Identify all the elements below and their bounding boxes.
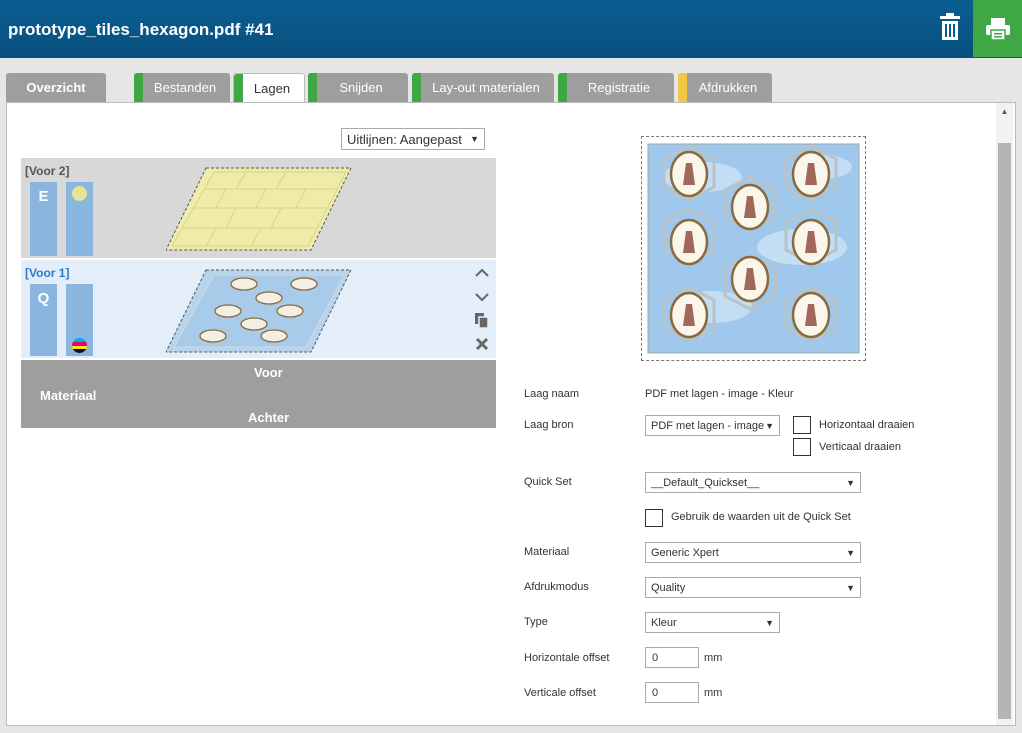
flip-horizontal-checkbox[interactable] [793, 416, 811, 434]
tab-label: Bestanden [153, 80, 217, 95]
tab-lagen[interactable]: Lagen [233, 73, 305, 103]
layer-name-label: Laag naam [524, 388, 580, 400]
layer-color-column[interactable] [66, 284, 93, 356]
tab-label: Lay-out materialen [432, 80, 540, 95]
v-offset-unit: mm [704, 687, 723, 699]
status-marker [134, 73, 143, 102]
close-icon [475, 337, 489, 351]
tab-snijden[interactable]: Snijden [308, 73, 408, 102]
tab-label: Snijden [339, 80, 383, 95]
tab-layout-materialen[interactable]: Lay-out materialen [412, 73, 554, 102]
align-select-value: Uitlijnen: Aangepast [347, 131, 462, 147]
layer-name: [Voor 2] [25, 164, 70, 178]
use-quickset-checkbox[interactable] [645, 509, 663, 527]
tab-label: Afdrukken [698, 80, 758, 95]
align-select[interactable]: Uitlijnen: Aangepast ▼ [341, 128, 485, 150]
material-bar: Voor Materiaal Achter [21, 360, 496, 428]
layer-color-column[interactable] [66, 182, 93, 256]
preview-image [647, 143, 860, 354]
chevron-down-icon: ▼ [846, 582, 855, 593]
layer-item-selected[interactable]: [Voor 1] Q [21, 258, 496, 358]
quick-set-select[interactable]: __Default_Quickset__ ▼ [645, 472, 861, 493]
status-marker [308, 73, 317, 102]
material-label: Materiaal [524, 546, 570, 558]
type-value: Kleur [651, 616, 677, 629]
layer-source-label: Laag bron [524, 419, 574, 431]
trash-icon [940, 13, 960, 40]
material-front-label: Voor [254, 365, 283, 380]
type-label: Type [524, 616, 548, 628]
copy-icon [475, 313, 489, 329]
layer-letter: Q [37, 290, 50, 307]
h-offset-label: Horizontale offset [524, 652, 610, 664]
status-marker [558, 73, 567, 102]
document-title: prototype_tiles_hexagon.pdf #41 [8, 20, 274, 39]
status-marker [678, 73, 687, 102]
layer-edit-column[interactable]: E [30, 182, 57, 256]
quick-set-value: __Default_Quickset__ [651, 476, 760, 489]
print-mode-select[interactable]: Quality ▼ [645, 577, 861, 598]
print-mode-label: Afdrukmodus [524, 581, 589, 593]
status-marker [412, 73, 421, 102]
status-marker [234, 74, 243, 103]
tab-bestanden[interactable]: Bestanden [134, 73, 230, 102]
tab-afdrukken[interactable]: Afdrukken [678, 73, 772, 102]
chevron-down-icon: ▼ [846, 477, 855, 488]
chevron-down-icon: ▼ [470, 134, 479, 144]
move-up-button[interactable] [473, 264, 491, 282]
chevron-down-icon: ▼ [846, 547, 855, 558]
layer-name-value: PDF met lagen - image - Kleur [645, 388, 794, 400]
chevron-down-icon [475, 293, 489, 302]
scroll-up-icon[interactable]: ▲ [996, 103, 1013, 119]
tab-overzicht[interactable]: Overzicht [6, 73, 106, 102]
delete-layer-button[interactable] [473, 335, 491, 353]
scroll-thumb[interactable] [998, 143, 1011, 719]
type-select[interactable]: Kleur ▼ [645, 612, 780, 633]
copy-layer-button[interactable] [473, 311, 491, 329]
chevron-down-icon: ▼ [765, 617, 774, 628]
chevron-down-icon: ▼ [765, 420, 774, 431]
tab-label: Registratie [587, 80, 651, 95]
v-offset-label: Verticale offset [524, 687, 596, 699]
vertical-scrollbar[interactable]: ▲ [996, 103, 1013, 725]
v-offset-input[interactable]: 0 [645, 682, 699, 703]
material-value: Generic Xpert [651, 546, 719, 559]
tab-label: Lagen [253, 81, 291, 96]
spot-color-icon [72, 186, 87, 201]
material-label: Materiaal [40, 388, 97, 403]
move-down-button[interactable] [473, 288, 491, 306]
print-button[interactable] [973, 0, 1022, 57]
printer-icon [985, 17, 1010, 41]
h-offset-unit: mm [704, 652, 723, 664]
h-offset-input[interactable]: 0 [645, 647, 699, 668]
layer-edit-column[interactable]: Q [30, 284, 57, 356]
print-mode-value: Quality [651, 581, 686, 594]
material-select[interactable]: Generic Xpert ▼ [645, 542, 861, 563]
layer-preview [641, 136, 866, 361]
layer-source-value: PDF met lagen - image [651, 419, 765, 432]
layer-letter: E [38, 188, 49, 205]
tab-registratie[interactable]: Registratie [558, 73, 674, 102]
flip-vertical-label: Verticaal draaien [819, 441, 901, 453]
quick-set-label: Quick Set [524, 476, 572, 488]
layer-name: [Voor 1] [25, 266, 70, 280]
use-quickset-label: Gebruik de waarden uit de Quick Set [671, 511, 851, 523]
layer-item[interactable]: [Voor 2] E [21, 158, 496, 258]
cmyk-icon [72, 338, 87, 353]
tab-label: Overzicht [26, 80, 86, 95]
app-header: prototype_tiles_hexagon.pdf #41 [0, 0, 1022, 58]
delete-button[interactable] [936, 12, 964, 42]
flip-horizontal-label: Horizontaal draaien [819, 419, 915, 431]
layer-thumbnail [166, 269, 352, 353]
flip-vertical-checkbox[interactable] [793, 438, 811, 456]
layer-thumbnail [166, 167, 352, 251]
layer-source-select[interactable]: PDF met lagen - image ▼ [645, 415, 780, 436]
chevron-up-icon [475, 268, 489, 277]
material-back-label: Achter [248, 410, 290, 425]
